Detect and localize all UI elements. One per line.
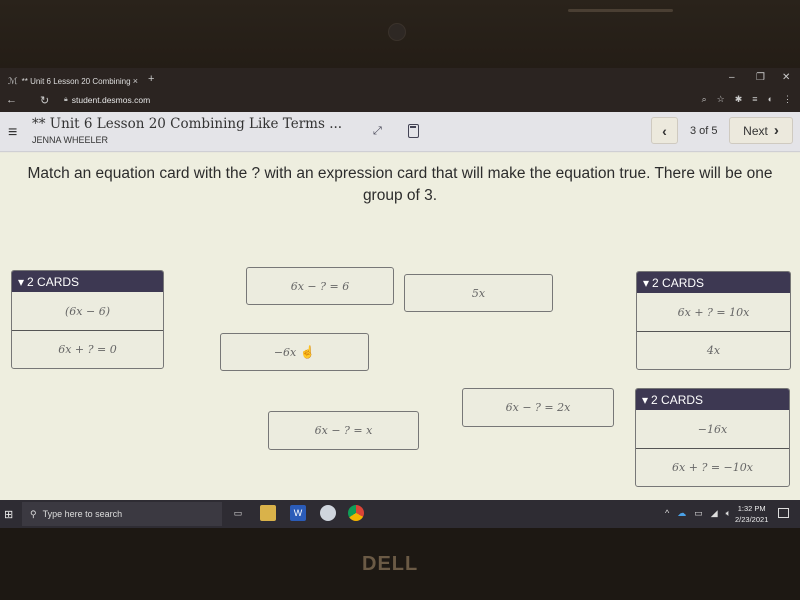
desmos-header: ≡ ** Unit 6 Lesson 20 Combining Like Ter… xyxy=(0,112,800,152)
match-card[interactable]: 6x − ? = 2x xyxy=(462,388,614,427)
snipping-tool-icon[interactable] xyxy=(320,505,336,521)
group-header[interactable]: ▾ 2 CARDS xyxy=(636,389,789,410)
lock-icon: 🔒︎ xyxy=(64,96,68,103)
collapse-triangle-icon: ▾ xyxy=(642,392,649,407)
student-name: JENNA WHEELER xyxy=(32,135,109,145)
match-card[interactable]: 4x xyxy=(637,331,790,369)
restore-button[interactable]: ❐ xyxy=(756,72,765,83)
match-card[interactable]: −16x xyxy=(636,410,789,448)
taskbar-clock[interactable]: 1:32 PM 2/23/2021 xyxy=(735,503,768,525)
search-icon: ⚲ xyxy=(30,508,37,519)
card-group[interactable]: ▾ 2 CARDS −16x 6x + ? = −10x xyxy=(635,388,790,487)
next-label: Next xyxy=(743,123,768,138)
match-card[interactable]: 6x − ? = x xyxy=(268,411,419,450)
browser-tab-bar: ℳ ** Unit 6 Lesson 20 Combining × + – ❐ … xyxy=(0,68,800,90)
chevron-right-icon: › xyxy=(773,122,779,139)
onedrive-icon[interactable]: ☁ xyxy=(677,508,686,519)
card-group[interactable]: ▾ 2 CARDS (6x − 6) 6x + ? = 0 xyxy=(11,270,164,369)
activity-area: Match an equation card with the ? with a… xyxy=(0,153,800,500)
taskbar-search[interactable]: ⚲ Type here to search xyxy=(22,502,222,526)
next-screen-button[interactable]: Next › xyxy=(729,117,793,144)
browser-menu-icon[interactable]: ⋮ xyxy=(783,94,792,105)
lesson-title: ** Unit 6 Lesson 20 Combining Like Terms… xyxy=(32,116,343,132)
collapse-triangle-icon: ▾ xyxy=(643,275,650,290)
chevron-left-icon: ‹ xyxy=(662,122,667,139)
screen: ℳ ** Unit 6 Lesson 20 Combining × + – ❐ … xyxy=(0,68,800,528)
battery-icon[interactable]: ▭ xyxy=(694,508,703,519)
wifi-icon[interactable]: ◢ xyxy=(711,508,718,519)
desmos-favicon-icon: ℳ xyxy=(8,75,18,86)
file-explorer-icon[interactable] xyxy=(260,505,276,521)
instructions: Match an equation card with the ? with a… xyxy=(27,165,773,204)
match-card[interactable]: −6x ☝ xyxy=(220,333,369,371)
card-group[interactable]: ▾ 2 CARDS 6x + ? = 10x 4x xyxy=(636,271,791,370)
match-card[interactable]: 5x xyxy=(404,274,553,312)
minimize-button[interactable]: – xyxy=(729,72,735,83)
hand-cursor-icon: ☝ xyxy=(300,345,316,359)
zoom-icon[interactable]: ⌕ xyxy=(702,94,707,105)
url-field[interactable]: 🔒︎ student.desmos.com xyxy=(64,95,150,105)
group-header[interactable]: ▾ 2 CARDS xyxy=(12,271,163,292)
calculator-icon[interactable] xyxy=(408,124,419,138)
match-card[interactable]: 6x + ? = −10x xyxy=(636,448,789,486)
match-card[interactable]: (6x − 6) xyxy=(12,292,163,330)
search-placeholder: Type here to search xyxy=(42,509,123,519)
url-text: student.desmos.com xyxy=(71,95,151,105)
monitor-bezel-top xyxy=(0,0,800,68)
chrome-icon[interactable] xyxy=(348,505,364,521)
previous-screen-button[interactable]: ‹ xyxy=(651,117,678,144)
notifications-icon[interactable] xyxy=(778,508,789,518)
tab-title: ** Unit 6 Lesson 20 Combining xyxy=(21,76,131,86)
profile-avatar-icon[interactable]: ◐ xyxy=(768,94,773,105)
new-tab-button[interactable]: + xyxy=(148,73,154,85)
match-card[interactable]: 6x + ? = 10x xyxy=(637,293,790,331)
group-header[interactable]: ▾ 2 CARDS xyxy=(637,272,790,293)
extensions-icon[interactable]: ✱ xyxy=(735,94,743,105)
reload-icon[interactable]: ↻ xyxy=(40,94,49,107)
webcam xyxy=(388,23,406,41)
clock-time: 1:32 PM xyxy=(737,504,766,513)
bezel-reflection xyxy=(568,9,673,12)
show-hidden-icons-icon[interactable]: ^ xyxy=(665,508,669,519)
match-card[interactable]: 6x + ? = 0 xyxy=(12,330,163,368)
clock-date: 2/23/2021 xyxy=(735,515,769,524)
browser-tab[interactable]: ℳ ** Unit 6 Lesson 20 Combining × xyxy=(4,72,144,90)
match-card[interactable]: 6x − ? = 6 xyxy=(246,267,394,305)
tab-close-icon[interactable]: × xyxy=(133,76,138,86)
dell-logo: DELL xyxy=(362,553,419,575)
task-view-icon[interactable]: ▭ xyxy=(230,505,246,521)
bookmark-star-icon[interactable]: ☆ xyxy=(717,94,725,105)
fullscreen-icon[interactable]: ⤢ xyxy=(373,125,382,138)
menu-icon[interactable]: ≡ xyxy=(8,124,17,142)
monitor-bezel-bottom: DELL xyxy=(0,528,800,600)
volume-icon[interactable]: 🔈︎ xyxy=(726,508,731,519)
page-indicator: 3 of 5 xyxy=(690,125,718,137)
word-icon[interactable]: W xyxy=(290,505,306,521)
address-bar: ← ↻ 🔒︎ student.desmos.com ⌕ ☆ ✱ ≡ ◐ ⋮ xyxy=(0,90,800,112)
close-window-button[interactable]: ✕ xyxy=(782,72,790,83)
windows-start-icon[interactable]: ⊞ xyxy=(4,508,13,521)
windows-taskbar: ⊞ ⚲ Type here to search ▭ W ^ ☁ ▭ ◢ 🔈︎ 1… xyxy=(0,500,800,528)
media-icon[interactable]: ≡ xyxy=(752,94,757,105)
collapse-triangle-icon: ▾ xyxy=(18,274,25,289)
system-tray: ^ ☁ ▭ ◢ 🔈︎ xyxy=(665,508,731,519)
browser-toolbar-icons: ⌕ ☆ ✱ ≡ ◐ ⋮ xyxy=(702,94,792,105)
back-icon[interactable]: ← xyxy=(6,94,17,106)
